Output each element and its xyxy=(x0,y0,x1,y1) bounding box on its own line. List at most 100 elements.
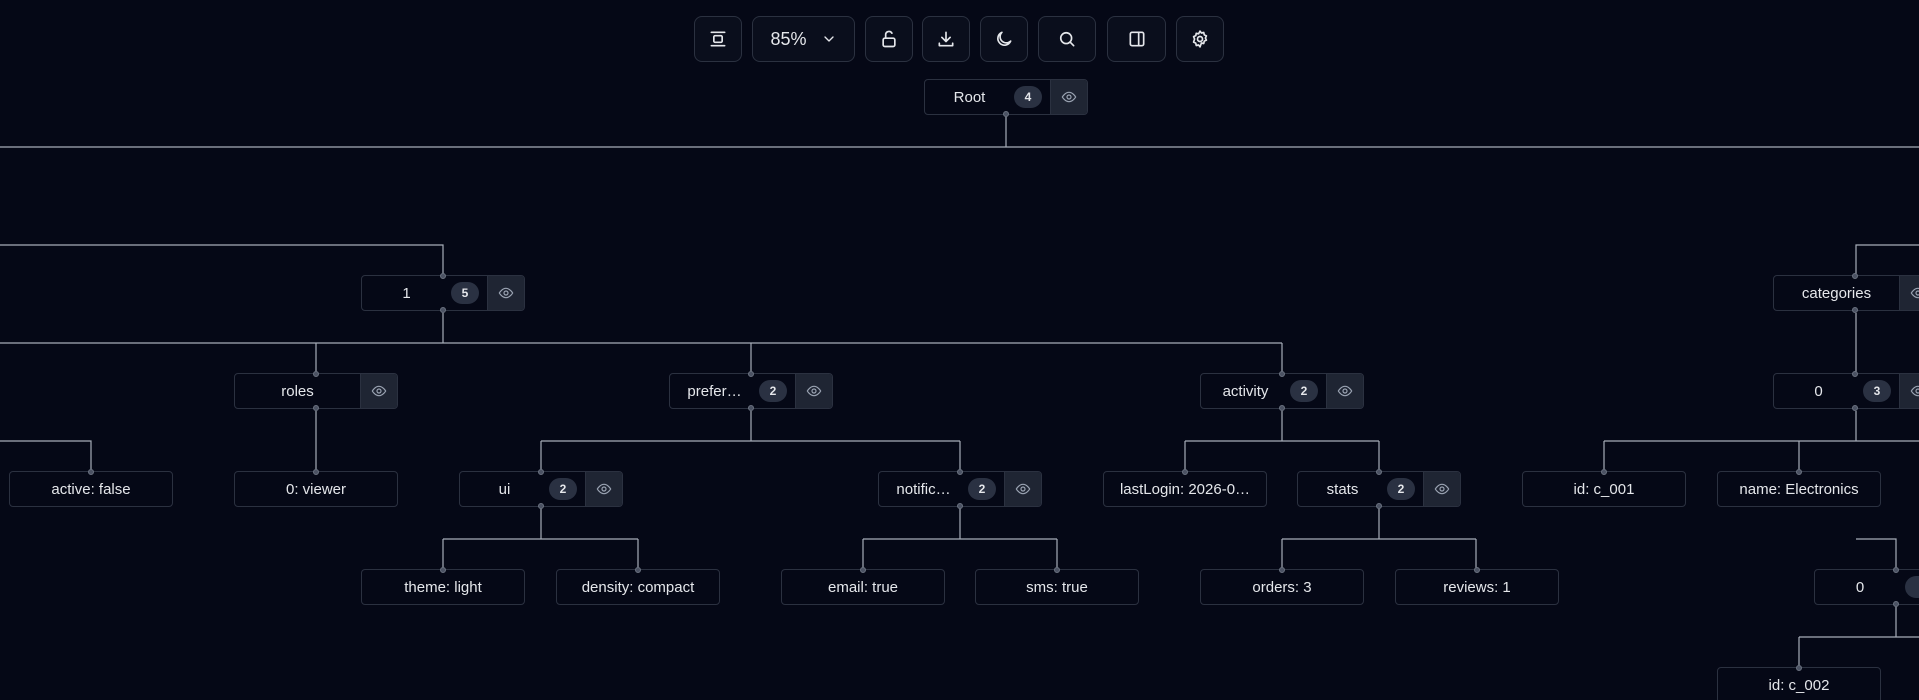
connection-handle[interactable] xyxy=(440,273,446,279)
node-activity[interactable]: activity 2 xyxy=(1200,371,1364,411)
node-item-1[interactable]: 1 5 xyxy=(361,273,525,313)
connection-handle[interactable] xyxy=(1893,601,1899,607)
node-label: prefer… xyxy=(687,382,742,400)
connection-handle[interactable] xyxy=(957,469,963,475)
lock-button[interactable] xyxy=(865,16,913,62)
toggle-visibility-button[interactable] xyxy=(360,374,397,408)
node-preferences[interactable]: prefer… 2 xyxy=(669,371,833,411)
settings-button[interactable] xyxy=(1176,16,1224,62)
node-label: id: c_002 xyxy=(1768,676,1830,694)
node-label: active: false xyxy=(51,480,131,498)
toggle-visibility-button[interactable] xyxy=(1423,472,1460,506)
toggle-visibility-button[interactable] xyxy=(1899,374,1919,408)
node-label: stats xyxy=(1326,480,1359,498)
connection-handle[interactable] xyxy=(1852,371,1858,377)
node-active[interactable]: active: false xyxy=(9,469,173,507)
eye-icon xyxy=(1337,385,1353,397)
child-count-badge xyxy=(1905,576,1919,598)
connection-handle[interactable] xyxy=(860,567,866,573)
connection-handle[interactable] xyxy=(635,567,641,573)
connection-handle[interactable] xyxy=(1796,665,1802,671)
connection-handle[interactable] xyxy=(1182,469,1188,475)
child-count-badge: 2 xyxy=(549,478,577,500)
node-label: activity xyxy=(1222,382,1269,400)
connection-handle[interactable] xyxy=(313,371,319,377)
node-orders[interactable]: orders: 3 xyxy=(1200,567,1364,605)
connection-handle[interactable] xyxy=(748,371,754,377)
connection-handle[interactable] xyxy=(1474,567,1480,573)
child-count-badge: 2 xyxy=(1290,380,1318,402)
connection-handle[interactable] xyxy=(1003,111,1009,117)
node-root[interactable]: Root 4 xyxy=(924,79,1088,117)
node-density[interactable]: density: compact xyxy=(556,567,720,605)
connection-handle[interactable] xyxy=(1376,469,1382,475)
connection-handle[interactable] xyxy=(440,567,446,573)
search-button[interactable] xyxy=(1038,16,1096,62)
toggle-visibility-button[interactable] xyxy=(487,276,524,310)
node-last-login[interactable]: lastLogin: 2026-0… xyxy=(1103,469,1267,507)
node-ui[interactable]: ui 2 xyxy=(459,469,623,509)
child-count-badge: 3 xyxy=(1863,380,1891,402)
node-email[interactable]: email: true xyxy=(781,567,945,605)
eye-icon xyxy=(596,483,612,495)
node-label: id: c_001 xyxy=(1573,480,1635,498)
child-count-badge: 4 xyxy=(1014,86,1042,108)
node-label: Root xyxy=(953,88,986,106)
connection-handle[interactable] xyxy=(1893,567,1899,573)
connection-handle[interactable] xyxy=(1054,567,1060,573)
toggle-visibility-button[interactable] xyxy=(795,374,832,408)
theme-toggle-button[interactable] xyxy=(980,16,1028,62)
graph-canvas[interactable]: 85% Root 4 1 5 roles prefer… 2 activity … xyxy=(0,0,1919,700)
toggle-visibility-button[interactable] xyxy=(1899,276,1919,310)
node-category-name[interactable]: name: Electronics xyxy=(1717,469,1881,507)
node-categories-0[interactable]: 0 3 xyxy=(1773,371,1919,411)
toggle-visibility-button[interactable] xyxy=(1050,80,1087,114)
eye-icon xyxy=(1015,483,1031,495)
connection-handle[interactable] xyxy=(748,405,754,411)
node-notifications[interactable]: notific… 2 xyxy=(878,469,1042,509)
child-count-badge: 2 xyxy=(968,478,996,500)
connection-handle[interactable] xyxy=(538,503,544,509)
node-sms[interactable]: sms: true xyxy=(975,567,1139,605)
node-reviews[interactable]: reviews: 1 xyxy=(1395,567,1559,605)
toggle-visibility-button[interactable] xyxy=(1004,472,1041,506)
node-label: theme: light xyxy=(404,578,482,596)
download-button[interactable] xyxy=(922,16,970,62)
toggle-visibility-button[interactable] xyxy=(585,472,622,506)
unlock-icon xyxy=(882,30,896,48)
node-label: name: Electronics xyxy=(1739,480,1859,498)
connection-handle[interactable] xyxy=(1796,469,1802,475)
node-subcategory-0[interactable]: 0 xyxy=(1814,567,1919,607)
node-categories[interactable]: categories xyxy=(1773,273,1919,313)
node-roles-0[interactable]: 0: viewer xyxy=(234,469,398,507)
child-count-badge: 2 xyxy=(759,380,787,402)
align-center-button[interactable] xyxy=(694,16,742,62)
connection-handle[interactable] xyxy=(1852,405,1858,411)
node-category-id[interactable]: id: c_001 xyxy=(1522,469,1686,507)
toggle-visibility-button[interactable] xyxy=(1326,374,1363,408)
connection-handle[interactable] xyxy=(1279,405,1285,411)
chevron-down-icon xyxy=(823,36,834,42)
eye-icon xyxy=(1910,287,1919,299)
connection-handle[interactable] xyxy=(1279,567,1285,573)
zoom-dropdown[interactable]: 85% xyxy=(752,16,855,62)
connection-handle[interactable] xyxy=(88,469,94,475)
connection-handle[interactable] xyxy=(1852,273,1858,279)
panel-toggle-button[interactable] xyxy=(1107,16,1166,62)
node-stats[interactable]: stats 2 xyxy=(1297,469,1461,509)
connection-handle[interactable] xyxy=(538,469,544,475)
connection-handle[interactable] xyxy=(313,405,319,411)
connection-handle[interactable] xyxy=(1376,503,1382,509)
connection-handle[interactable] xyxy=(440,307,446,313)
node-theme[interactable]: theme: light xyxy=(361,567,525,605)
connection-handle[interactable] xyxy=(957,503,963,509)
connection-handle[interactable] xyxy=(1601,469,1607,475)
connection-handle[interactable] xyxy=(1279,371,1285,377)
node-roles[interactable]: roles xyxy=(234,371,398,411)
connection-handle[interactable] xyxy=(1852,307,1858,313)
node-subcategory-id[interactable]: id: c_002 xyxy=(1717,665,1881,700)
eye-icon xyxy=(371,385,387,397)
connection-handle[interactable] xyxy=(313,469,319,475)
node-label: 0 xyxy=(1855,578,1865,596)
gear-icon xyxy=(1192,30,1208,48)
